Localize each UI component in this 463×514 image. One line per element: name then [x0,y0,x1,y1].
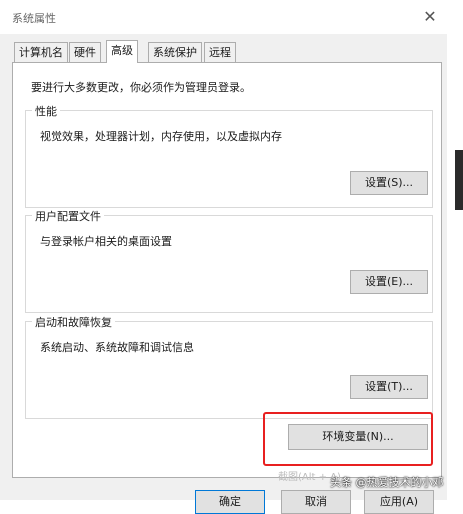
background-strip [447,0,463,500]
close-icon[interactable]: ✕ [421,8,439,26]
user-profiles-settings-button[interactable]: 设置(E)... [350,270,428,294]
user-profiles-group: 用户配置文件 与登录帐户相关的桌面设置 设置(E)... [25,208,433,313]
startup-recovery-group: 启动和故障恢复 系统启动、系统故障和调试信息 设置(T)... [25,314,433,419]
admin-note: 要进行大多数更改，你必须作为管理员登录。 [31,81,251,94]
startup-recovery-desc: 系统启动、系统故障和调试信息 [40,341,194,354]
environment-variables-button[interactable]: 环境变量(N)... [288,424,428,450]
system-properties-window: 系统属性 ✕ 计算机名 硬件 高级 系统保护 远程 要进行大多数更改，你必须作为… [0,0,448,514]
background-window-edge [455,150,463,210]
startup-recovery-settings-button[interactable]: 设置(T)... [350,375,428,399]
performance-settings-button[interactable]: 设置(S)... [350,171,428,195]
user-profiles-desc: 与登录帐户相关的桌面设置 [40,235,172,248]
cancel-button[interactable]: 取消 [281,490,351,514]
performance-group: 性能 视觉效果，处理器计划，内存使用，以及虚拟内存 设置(S)... [25,103,433,208]
apply-button[interactable]: 应用(A) [364,490,434,514]
performance-desc: 视觉效果，处理器计划，内存使用，以及虚拟内存 [40,130,282,143]
title-bar: 系统属性 ✕ [0,0,447,34]
window-title: 系统属性 [12,12,56,25]
tab-system-protection[interactable]: 系统保护 [148,42,202,62]
ok-button[interactable]: 确定 [195,490,265,514]
tab-advanced[interactable]: 高级 [106,40,138,63]
watermark-text: 头条 @热爱技术的小邓 [330,476,444,489]
tab-computer-name[interactable]: 计算机名 [14,42,68,62]
performance-title: 性能 [32,103,60,119]
startup-recovery-title: 启动和故障恢复 [32,314,115,330]
tab-remote[interactable]: 远程 [204,42,236,62]
user-profiles-title: 用户配置文件 [32,208,104,224]
tab-hardware[interactable]: 硬件 [69,42,101,62]
